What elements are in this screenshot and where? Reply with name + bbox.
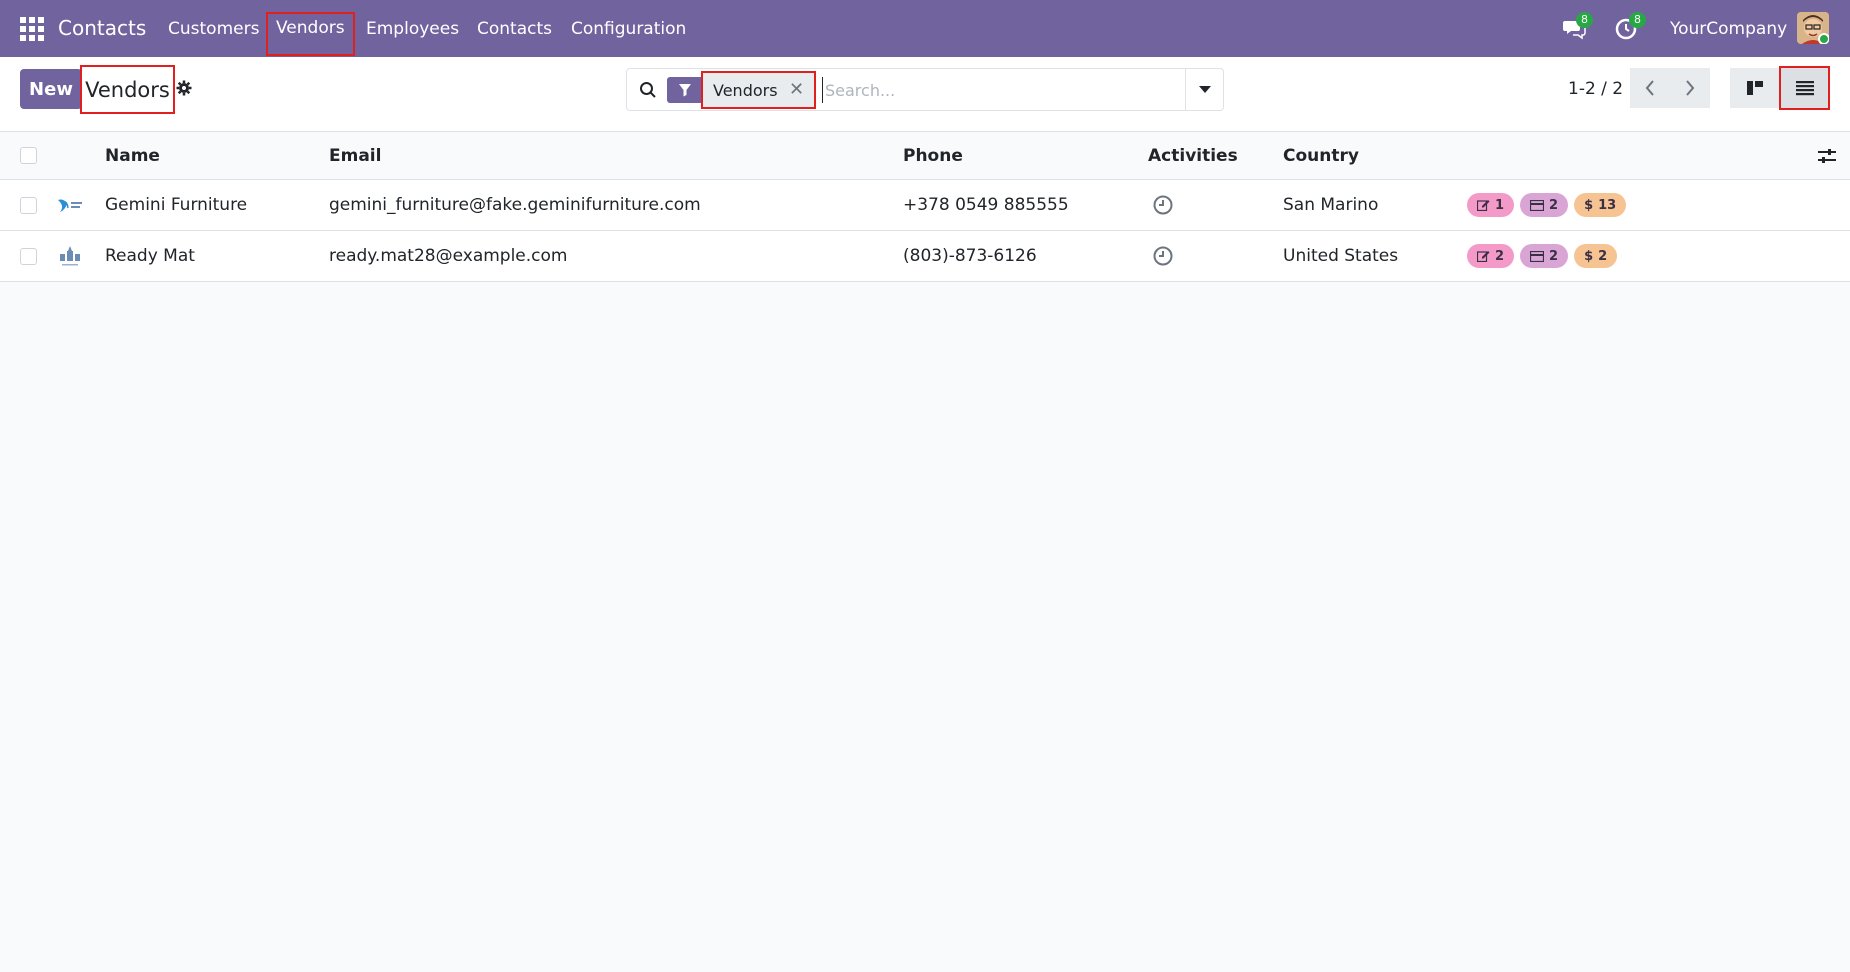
vendor-name: Ready Mat (105, 246, 195, 266)
activities-badge: 8 (1629, 12, 1646, 28)
breadcrumb-title: Vendors (80, 65, 175, 114)
online-status-dot (1818, 33, 1829, 44)
stat-value: 2 (1549, 248, 1559, 264)
search-options-toggle[interactable] (1185, 69, 1223, 110)
search-bar: Vendors ✕ (626, 68, 1224, 111)
smart-stats: 1 2 $ 13 (1467, 180, 1632, 230)
vendor-phone: +378 0549 885555 (903, 195, 1069, 215)
messages-badge: 8 (1576, 12, 1593, 28)
vendor-country: San Marino (1283, 195, 1379, 215)
kanban-icon (1747, 81, 1763, 95)
vendor-email: ready.mat28@example.com (329, 246, 568, 266)
stat-badge[interactable]: 2 (1467, 244, 1515, 268)
remove-facet-icon[interactable]: ✕ (789, 79, 804, 100)
stat-value: 2 (1495, 248, 1505, 264)
activity-clock-icon[interactable] (1153, 231, 1173, 281)
company-switcher[interactable]: YourCompany (1670, 19, 1787, 39)
activity-clock-icon[interactable] (1153, 180, 1173, 230)
smart-stats: 2 2 $ 2 (1467, 231, 1623, 281)
list-view-button[interactable] (1779, 66, 1830, 110)
table-row[interactable]: Ready Mat ready.mat28@example.com (803)-… (0, 231, 1850, 282)
column-settings-icon[interactable] (1818, 132, 1836, 179)
column-activities[interactable]: Activities (1148, 132, 1238, 179)
caret-down-icon (1198, 85, 1211, 93)
vendor-country: United States (1283, 246, 1399, 266)
select-all-checkbox[interactable] (20, 147, 37, 164)
stat-badge[interactable]: $ 13 (1574, 193, 1627, 217)
stat-badge[interactable]: 1 (1467, 193, 1515, 217)
stat-value: 2 (1549, 197, 1559, 213)
list-icon (1795, 81, 1814, 96)
pager-next-button[interactable] (1670, 68, 1710, 108)
new-button[interactable]: New (20, 69, 82, 109)
gear-icon[interactable] (176, 80, 192, 96)
credit-card-icon (1530, 199, 1545, 211)
table-row[interactable]: Gemini Furniture gemini_furniture@fake.g… (0, 180, 1850, 231)
search-icon[interactable] (639, 81, 657, 99)
top-navbar: Contacts Customers Vendors Employees Con… (0, 0, 1850, 57)
column-email[interactable]: Email (329, 132, 381, 179)
column-name[interactable]: Name (105, 132, 160, 179)
vendors-table: Name Email Phone Activities Country Gemi… (0, 132, 1850, 282)
credit-card-icon (1530, 250, 1545, 262)
stat-value: 2 (1598, 248, 1608, 264)
vendor-logo (56, 231, 84, 281)
activities-clock-icon[interactable]: 8 (1615, 12, 1646, 42)
vendor-name: Gemini Furniture (105, 195, 248, 215)
column-phone[interactable]: Phone (903, 132, 963, 179)
user-avatar[interactable] (1797, 12, 1829, 44)
menu-contacts[interactable]: Contacts (477, 19, 552, 39)
pager-previous-button[interactable] (1630, 68, 1670, 108)
chevron-right-icon (1686, 80, 1695, 96)
vendor-phone: (803)-873-6126 (903, 246, 1037, 266)
dollar-icon: $ (1584, 197, 1594, 213)
search-input[interactable] (822, 77, 1192, 103)
messages-icon[interactable]: 8 (1562, 12, 1593, 42)
chevron-left-icon (1645, 80, 1654, 96)
table-header: Name Email Phone Activities Country (0, 132, 1850, 180)
control-panel: New Vendors Vendors ✕ 1-2 / 2 (0, 57, 1850, 132)
stat-badge[interactable]: 2 (1520, 244, 1569, 268)
row-checkbox[interactable] (20, 247, 37, 265)
stat-value: 13 (1598, 197, 1617, 213)
menu-configuration[interactable]: Configuration (571, 19, 686, 39)
stat-value: 1 (1495, 197, 1505, 213)
kanban-view-button[interactable] (1730, 68, 1780, 108)
apps-menu-icon[interactable] (20, 17, 44, 41)
vendor-logo (56, 180, 84, 230)
menu-employees[interactable]: Employees (366, 19, 459, 39)
app-brand[interactable]: Contacts (58, 16, 146, 40)
facet-label: Vendors (713, 80, 778, 100)
row-checkbox[interactable] (20, 196, 37, 214)
stat-badge[interactable]: $ 2 (1574, 244, 1618, 268)
filter-facet: Vendors ✕ (701, 71, 816, 109)
menu-customers[interactable]: Customers (168, 19, 259, 39)
stat-badge[interactable]: 2 (1520, 193, 1569, 217)
vendor-email: gemini_furniture@fake.geminifurniture.co… (329, 195, 701, 215)
filter-icon (667, 77, 703, 103)
column-country[interactable]: Country (1283, 132, 1359, 179)
dollar-icon: $ (1584, 248, 1594, 264)
pager-value[interactable]: 1-2 / 2 (1568, 79, 1623, 99)
edit-icon (1477, 251, 1490, 262)
menu-vendors[interactable]: Vendors (266, 12, 355, 56)
edit-icon (1477, 200, 1490, 211)
